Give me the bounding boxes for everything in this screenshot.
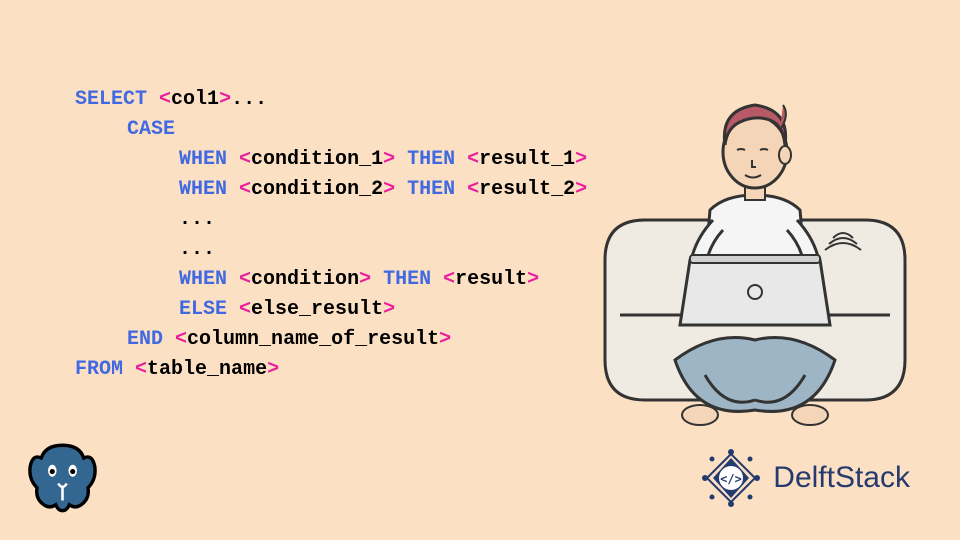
- code-line: CASE: [127, 115, 587, 145]
- code-line: END <column_name_of_result>: [127, 325, 587, 355]
- keyword-case: CASE: [127, 118, 175, 141]
- code-line: WHEN <condition> THEN <result>: [179, 265, 587, 295]
- code-line: WHEN <condition_1> THEN <result_1>: [179, 145, 587, 175]
- person-illustration: [595, 80, 915, 440]
- postgresql-logo-icon: [20, 430, 105, 520]
- delftstack-logo: </> DelftStack: [699, 446, 910, 510]
- code-line: ...: [179, 235, 587, 265]
- delftstack-icon: </>: [699, 446, 763, 510]
- code-line: FROM <table_name>: [75, 355, 587, 385]
- sql-code: SELECT <col1>... CASE WHEN <condition_1>…: [75, 85, 587, 385]
- code-line: ELSE <else_result>: [179, 295, 587, 325]
- keyword-select: SELECT: [75, 88, 147, 111]
- svg-text:</>: </>: [720, 472, 742, 486]
- code-line: WHEN <condition_2> THEN <result_2>: [179, 175, 587, 205]
- brand-name: DelftStack: [773, 461, 910, 495]
- code-line: SELECT <col1>...: [75, 85, 587, 115]
- keyword-from: FROM: [75, 358, 123, 381]
- code-line: ...: [179, 205, 587, 235]
